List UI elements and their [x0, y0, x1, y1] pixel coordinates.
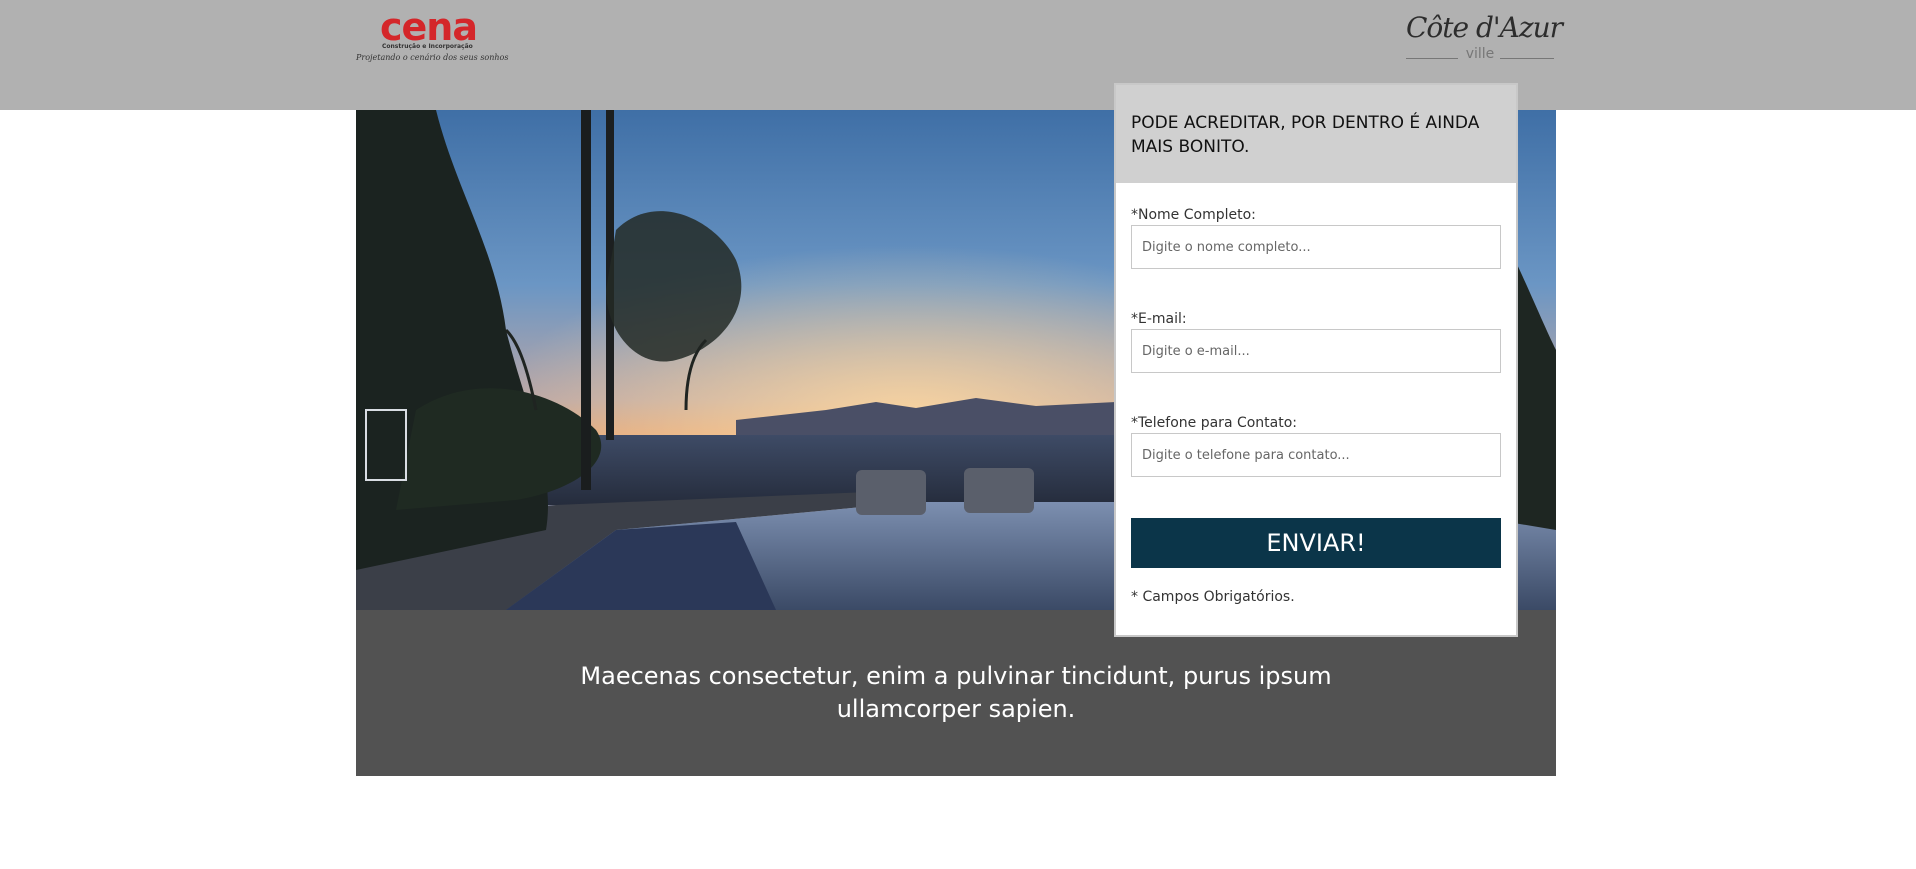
description-line-1: Maecenas consectetur, enim a pulvinar ti…: [580, 662, 1332, 690]
description-text: Maecenas consectetur, enim a pulvinar ti…: [356, 660, 1556, 726]
email-input[interactable]: [1131, 329, 1501, 373]
email-label: *E-mail:: [1131, 311, 1187, 327]
form-title-line-2: MAIS BONITO.: [1131, 137, 1250, 157]
phone-input[interactable]: [1131, 433, 1501, 477]
logo-rule-right: [1500, 58, 1554, 59]
name-input[interactable]: [1131, 225, 1501, 269]
cote-dazur-logo-ville: ville: [1465, 46, 1495, 62]
form-title: PODE ACREDITAR, POR DENTRO É AINDA MAIS …: [1131, 111, 1501, 159]
cena-logo[interactable]: cena Construção e Incorporação Projetand…: [356, 8, 509, 66]
cote-dazur-logo-script: Côte d'Azur: [1406, 11, 1563, 44]
cena-logo-tagline: Projetando o cenário dos seus sonhos: [356, 53, 509, 62]
cena-logo-subtitle: Construção e Incorporação: [382, 43, 473, 50]
name-label: *Nome Completo:: [1131, 207, 1256, 223]
contact-form: PODE ACREDITAR, POR DENTRO É AINDA MAIS …: [1116, 85, 1516, 635]
form-title-line-1: PODE ACREDITAR, POR DENTRO É AINDA: [1131, 113, 1480, 133]
cena-logo-wordmark: cena: [380, 5, 478, 49]
top-header: [0, 0, 1916, 110]
form-header: PODE ACREDITAR, POR DENTRO É AINDA MAIS …: [1116, 85, 1516, 183]
required-fields-note: * Campos Obrigatórios.: [1131, 589, 1295, 605]
logo-rule-left: [1406, 58, 1458, 59]
cote-dazur-logo[interactable]: Côte d'Azur ville: [1404, 11, 1563, 66]
phone-label: *Telefone para Contato:: [1131, 415, 1298, 431]
description-line-2: ullamcorper sapien.: [836, 695, 1076, 723]
submit-button[interactable]: ENVIAR!: [1131, 518, 1501, 568]
